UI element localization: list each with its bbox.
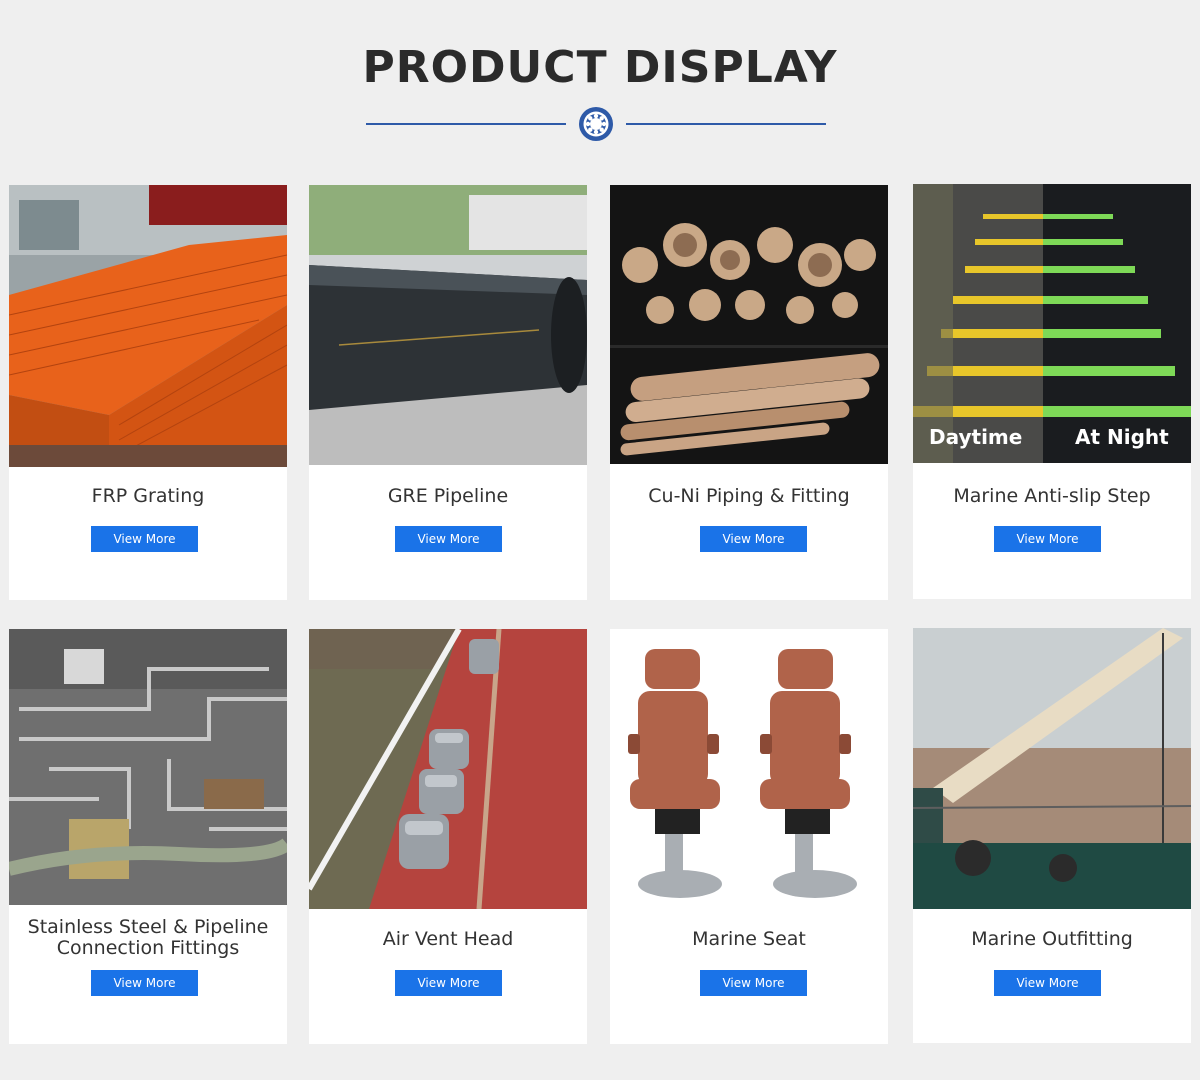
- product-image-marine-seat[interactable]: [610, 629, 888, 909]
- product-card-cuni-piping[interactable]: Cu-Ni Piping & Fitting View More: [610, 185, 888, 600]
- product-image-air-vent-head[interactable]: [309, 629, 587, 909]
- product-card-gre-pipeline[interactable]: GRE Pipeline View More: [309, 185, 587, 600]
- view-more-button[interactable]: View More: [91, 526, 198, 552]
- view-more-button[interactable]: View More: [91, 970, 198, 996]
- product-name: GRE Pipeline: [387, 485, 509, 507]
- title-divider: [366, 105, 826, 143]
- view-more-button[interactable]: View More: [700, 526, 807, 552]
- product-card-stainless-fittings[interactable]: Stainless Steel & Pipeline Connection Fi…: [9, 629, 287, 1044]
- product-image-stainless-fittings[interactable]: [9, 629, 287, 905]
- product-image-frp-grating[interactable]: [9, 185, 287, 467]
- product-name: Cu-Ni Piping & Fitting: [648, 485, 850, 507]
- product-image-anti-slip-step[interactable]: Daytime At Night: [913, 184, 1191, 463]
- divider-line-right: [626, 123, 826, 125]
- product-name: Marine Seat: [692, 928, 806, 950]
- product-name: Air Vent Head: [382, 928, 514, 950]
- view-more-button[interactable]: View More: [994, 526, 1101, 552]
- product-name: Marine Outfitting: [971, 928, 1133, 950]
- product-name-line-1: Stainless Steel & Pipeline: [27, 916, 269, 938]
- product-name: Stainless Steel & Pipeline Connection Fi…: [9, 917, 287, 959]
- product-card-marine-seat[interactable]: Marine Seat View More: [610, 629, 888, 1044]
- overlay-label-daytime: Daytime: [929, 425, 1022, 449]
- product-image-marine-outfitting[interactable]: [913, 628, 1191, 909]
- product-name-line-2: Connection Fittings: [56, 937, 240, 959]
- overlay-label-at-night: At Night: [1075, 425, 1169, 449]
- view-more-button[interactable]: View More: [700, 970, 807, 996]
- product-card-frp-grating[interactable]: FRP Grating View More: [9, 185, 287, 600]
- product-name: Marine Anti-slip Step: [953, 485, 1151, 507]
- view-more-button[interactable]: View More: [994, 970, 1101, 996]
- product-image-gre-pipeline[interactable]: [309, 185, 587, 465]
- section-title: PRODUCT DISPLAY: [362, 42, 838, 93]
- divider-line-left: [366, 123, 566, 125]
- product-name: FRP Grating: [91, 485, 205, 507]
- view-more-button[interactable]: View More: [395, 526, 502, 552]
- product-card-marine-outfitting[interactable]: Marine Outfitting View More: [913, 628, 1191, 1043]
- view-more-button[interactable]: View More: [395, 970, 502, 996]
- product-card-anti-slip-step[interactable]: Daytime At Night Marine Anti-slip Step V…: [913, 184, 1191, 599]
- bearing-emblem-icon: [579, 107, 613, 141]
- product-card-air-vent-head[interactable]: Air Vent Head View More: [309, 629, 587, 1044]
- product-image-cuni-piping[interactable]: [610, 185, 888, 464]
